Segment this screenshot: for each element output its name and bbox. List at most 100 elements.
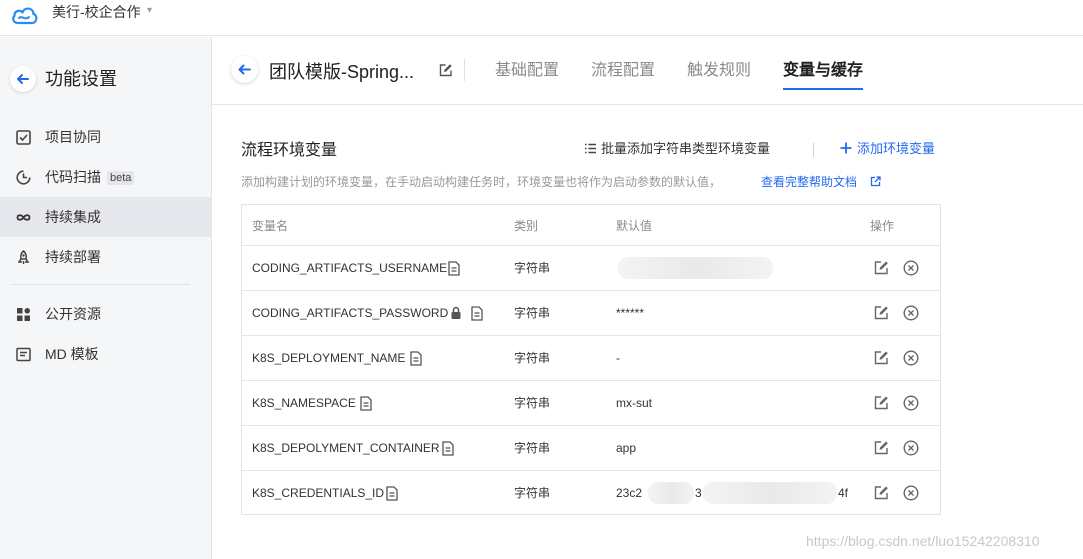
delete-icon[interactable] xyxy=(903,305,919,321)
variable-type: 字符串 xyxy=(514,441,551,455)
document-icon[interactable] xyxy=(410,351,422,366)
sidebar-item-cd[interactable]: 持续部署 xyxy=(0,237,211,277)
sidebar-item-md-template[interactable]: MD 模板 xyxy=(0,334,211,374)
document-icon[interactable] xyxy=(386,486,398,501)
redacted-value xyxy=(648,482,694,504)
chevron-down-icon[interactable]: ▾ xyxy=(147,5,152,16)
top-bar: 美行-校企合作 ▾ xyxy=(0,0,1083,36)
document-icon[interactable] xyxy=(471,306,483,321)
sidebar-divider xyxy=(12,284,190,285)
variable-name: K8S_CREDENTIALS_ID xyxy=(252,486,385,500)
header-divider xyxy=(464,59,465,81)
sidebar-item-label: 代码扫描 xyxy=(45,169,101,185)
tab-flow-config[interactable]: 流程配置 xyxy=(591,61,655,81)
variable-value-prefix: 23c2 xyxy=(616,486,643,500)
grid-icon xyxy=(17,308,30,321)
edit-icon[interactable] xyxy=(874,485,889,500)
scan-icon xyxy=(16,170,31,185)
edit-icon[interactable] xyxy=(874,440,889,455)
template-icon xyxy=(16,347,31,362)
sidebar-item-label: MD 模板 xyxy=(45,346,99,362)
edit-icon[interactable] xyxy=(874,395,889,410)
variable-name: K8S_DEPLOYMENT_NAME xyxy=(252,351,406,365)
edit-icon[interactable] xyxy=(874,305,889,320)
variable-value: - xyxy=(616,351,620,365)
tab-basic-config[interactable]: 基础配置 xyxy=(495,61,559,81)
add-variable-button[interactable]: 添加环境变量 xyxy=(857,141,935,157)
header-back-button[interactable] xyxy=(231,56,258,83)
document-icon[interactable] xyxy=(360,396,372,411)
tab-variables-cache[interactable]: 变量与缓存 xyxy=(783,61,863,81)
variable-name: CODING_ARTIFACTS_PASSWORD xyxy=(252,306,449,320)
document-icon[interactable] xyxy=(448,261,460,276)
rocket-icon xyxy=(17,250,30,264)
sidebar-item-label: 项目协同 xyxy=(45,129,101,145)
delete-icon[interactable] xyxy=(903,395,919,411)
sidebar-item-public-resources[interactable]: 公开资源 xyxy=(0,294,211,334)
column-header-actions: 操作 xyxy=(870,219,895,233)
active-tab-indicator xyxy=(783,88,863,90)
section-description: 添加构建计划的环境变量，在手动启动构建任务时，环境变量也将作为启动参数的默认值， xyxy=(241,175,722,189)
table-row: CODING_ARTIFACTS_USERNAME 字符串 xyxy=(242,245,940,290)
variable-type: 字符串 xyxy=(514,396,551,410)
table-row: K8S_CREDENTIALS_ID 字符串 23c2 3 4f xyxy=(242,470,940,515)
redacted-value xyxy=(703,482,837,504)
delete-icon[interactable] xyxy=(903,260,919,276)
document-icon[interactable] xyxy=(442,441,454,456)
table-row: K8S_DEPOLYMENT_CONTAINER 字符串 app xyxy=(242,425,940,470)
team-name[interactable]: 美行-校企合作 xyxy=(52,3,141,21)
table-row: CODING_ARTIFACTS_PASSWORD 字符串 ****** xyxy=(242,290,940,335)
variables-table: 变量名 类别 默认值 操作 CODING_ARTIFACTS_USERNAME … xyxy=(241,204,941,515)
arrow-left-icon xyxy=(17,74,29,84)
watermark: https://blog.csdn.net/luo15242208310 xyxy=(806,533,1040,549)
variable-value: ****** xyxy=(616,306,645,320)
external-link-icon[interactable] xyxy=(870,176,881,187)
variable-value-mid: 3 xyxy=(695,486,702,500)
beta-badge: beta xyxy=(107,171,135,185)
delete-icon[interactable] xyxy=(903,440,919,456)
infinity-icon xyxy=(16,214,31,221)
sidebar-item-code-scan[interactable]: 代码扫描 xyxy=(0,157,211,197)
variable-value-suffix: 4f xyxy=(838,486,849,500)
help-doc-link[interactable]: 查看完整帮助文档 xyxy=(761,174,857,190)
column-header-name: 变量名 xyxy=(252,219,289,233)
edit-icon[interactable] xyxy=(874,350,889,365)
cloud-logo-icon[interactable] xyxy=(10,4,38,26)
batch-add-button[interactable]: 批量添加字符串类型环境变量 xyxy=(601,141,770,157)
list-icon[interactable] xyxy=(584,142,597,155)
variable-type: 字符串 xyxy=(514,306,551,320)
redacted-value xyxy=(618,257,773,279)
edit-icon[interactable] xyxy=(439,63,453,77)
variable-value: mx-sut xyxy=(616,396,652,410)
checkbox-icon xyxy=(16,130,31,145)
table-row: K8S_DEPLOYMENT_NAME 字符串 - xyxy=(242,335,940,380)
column-header-type: 类别 xyxy=(514,219,539,233)
page-header: 团队模版-Spring... 基础配置 流程配置 触发规则 变量与缓存 xyxy=(212,37,1083,105)
arrow-left-icon xyxy=(238,64,251,75)
sidebar-item-label: 公开资源 xyxy=(45,306,101,322)
page-title: 团队模版-Spring... xyxy=(269,62,415,82)
sidebar-item-label: 持续集成 xyxy=(45,209,101,225)
sidebar-item-project-collab[interactable]: 项目协同 xyxy=(0,117,211,157)
sidebar-title: 功能设置 xyxy=(45,69,117,89)
variable-name: K8S_NAMESPACE xyxy=(252,396,356,410)
sidebar-item-ci[interactable]: 持续集成 xyxy=(0,197,211,237)
plus-icon[interactable] xyxy=(839,141,853,155)
action-divider xyxy=(813,143,814,157)
variable-name: CODING_ARTIFACTS_USERNAME xyxy=(252,261,448,275)
column-header-default: 默认值 xyxy=(616,219,653,233)
back-button[interactable] xyxy=(10,66,36,92)
sidebar-item-label: 持续部署 xyxy=(45,249,101,265)
variable-name: K8S_DEPOLYMENT_CONTAINER xyxy=(252,441,440,455)
edit-icon[interactable] xyxy=(874,260,889,275)
section-title: 流程环境变量 xyxy=(241,142,338,159)
sidebar: 功能设置 项目协同 代码扫描 beta 持续集成 持续部署 公开资源 MD 模板 xyxy=(0,37,212,559)
lock-icon xyxy=(451,306,461,319)
variable-value: app xyxy=(616,441,637,455)
delete-icon[interactable] xyxy=(903,485,919,501)
table-row: K8S_NAMESPACE 字符串 mx-sut xyxy=(242,380,940,425)
delete-icon[interactable] xyxy=(903,350,919,366)
variable-type: 字符串 xyxy=(514,486,551,500)
variable-type: 字符串 xyxy=(514,351,551,365)
tab-trigger-rules[interactable]: 触发规则 xyxy=(687,61,751,81)
